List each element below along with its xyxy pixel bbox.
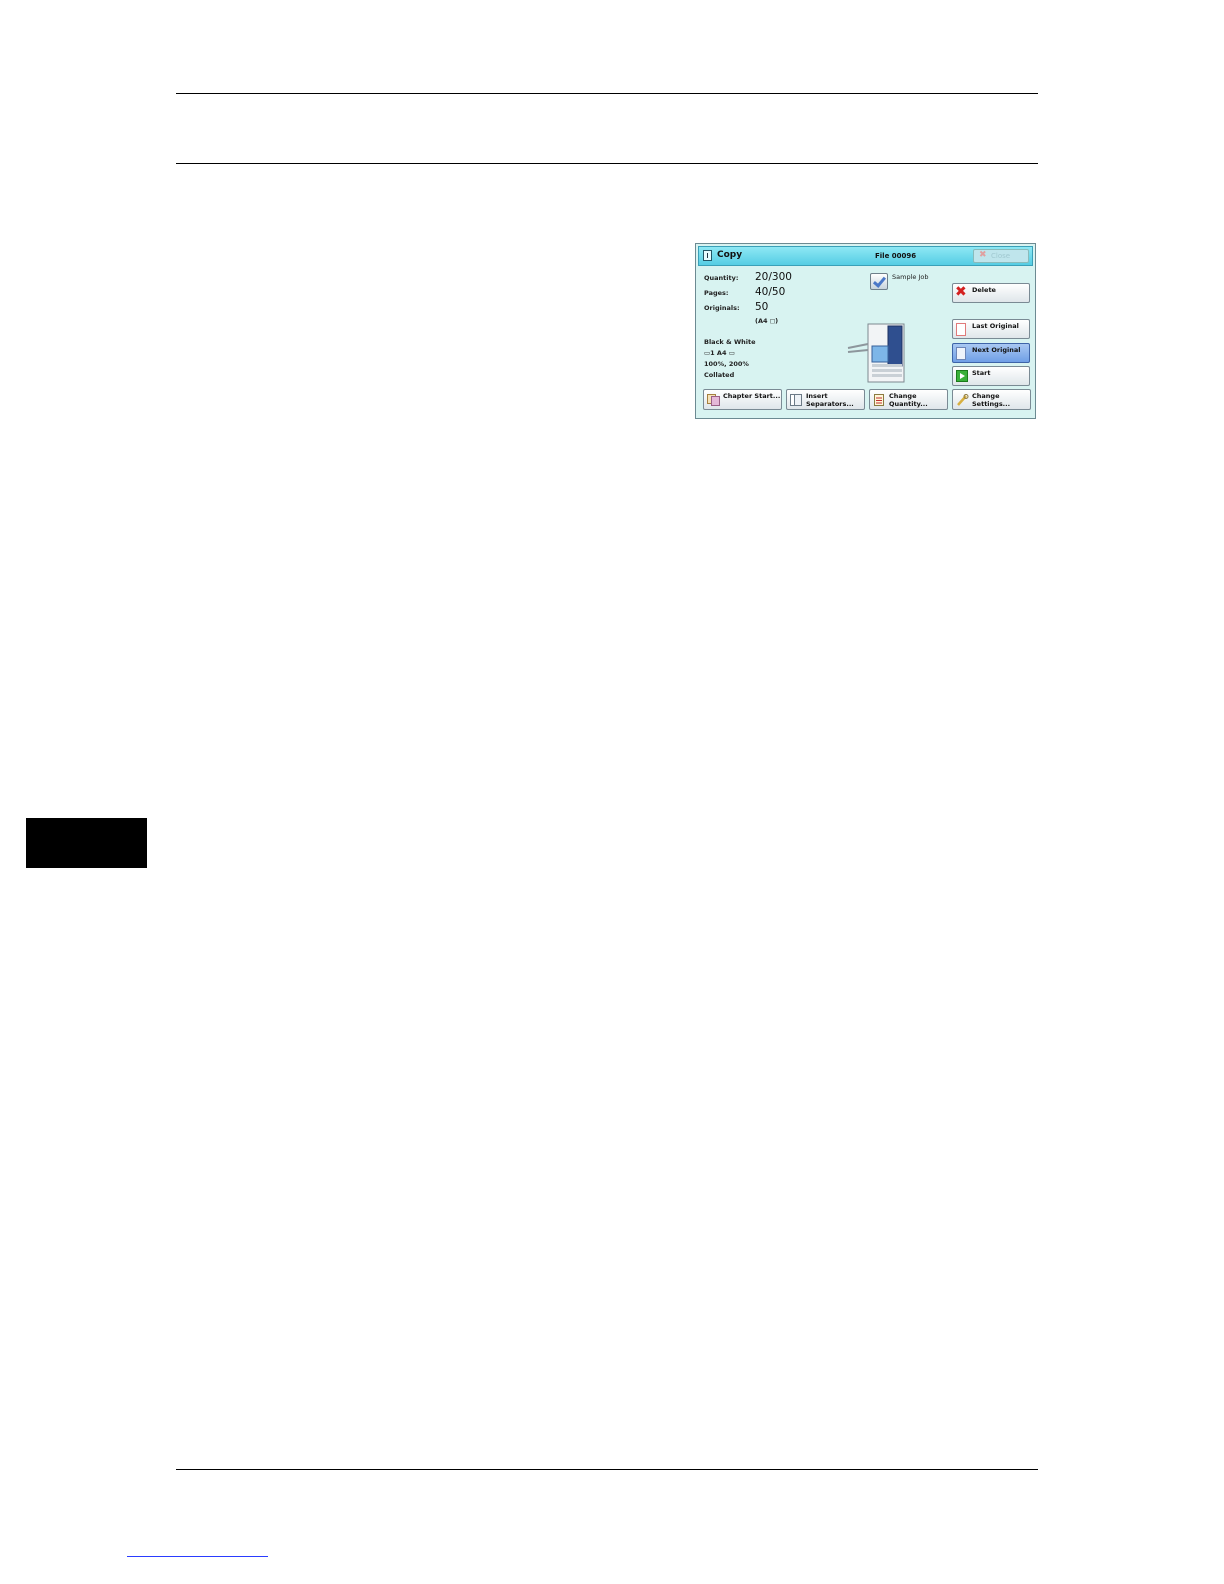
originals-value: 50 (755, 301, 769, 313)
quantity-label: Quantity: (704, 274, 739, 282)
play-icon (956, 370, 968, 382)
tray-size: ▭1 A4 ▭ (704, 349, 735, 357)
separator-icon (790, 394, 802, 406)
panel-titlebar: Copy File 00096 ✖ Close (698, 246, 1033, 266)
info-icon (703, 250, 712, 261)
change-settings-label: Change Settings... (972, 392, 1010, 408)
wrench-icon (957, 394, 969, 406)
copy-job-panel: Copy File 00096 ✖ Close Quantity: 20/300… (695, 243, 1036, 419)
quantity-icon (874, 394, 884, 406)
collation: Collated (704, 371, 735, 379)
change-quantity-button[interactable]: Change Quantity... (869, 389, 948, 410)
change-quantity-line1: Change (889, 392, 917, 400)
close-button[interactable]: ✖ Close (973, 249, 1029, 263)
pages-label: Pages: (704, 289, 729, 297)
chapter-start-button[interactable]: Chapter Start... (703, 389, 782, 410)
header-bottom-rule (176, 163, 1038, 164)
originals-size: (A4 ◻) (755, 317, 779, 325)
header-top-rule (176, 93, 1038, 94)
delete-label: Delete (972, 286, 996, 294)
panel-title: Copy (717, 250, 743, 260)
last-original-button[interactable]: Last Original (952, 319, 1030, 339)
insert-separators-label: Insert Separators... (806, 392, 854, 408)
delete-icon: ✖ (955, 284, 967, 300)
change-settings-button[interactable]: Change Settings... (952, 389, 1031, 410)
footer-link-underline[interactable] (127, 1556, 268, 1557)
pages-value: 40/50 (755, 286, 786, 298)
next-original-button[interactable]: Next Original (952, 343, 1030, 363)
insert-separators-button[interactable]: Insert Separators... (786, 389, 865, 410)
file-label: File 00096 (875, 252, 917, 260)
change-settings-line2: Settings... (972, 400, 1011, 408)
quantity-value: 20/300 (755, 271, 792, 283)
change-settings-line1: Change (972, 392, 1000, 400)
change-quantity-label: Change Quantity... (889, 392, 928, 408)
close-label: Close (991, 252, 1011, 260)
sample-job-label: Sample Job (892, 273, 929, 281)
start-label: Start (972, 369, 991, 377)
originals-label: Originals: (704, 304, 740, 312)
printer-icon (847, 323, 905, 383)
document-icon (956, 347, 966, 360)
sample-job-checkbox[interactable] (870, 273, 888, 290)
reduction: 100%, 200% (704, 360, 749, 368)
next-original-label: Next Original (972, 346, 1021, 354)
color-mode: Black & White (704, 338, 756, 346)
chapter-start-label: Chapter Start... (723, 392, 781, 400)
chapter-tab-marker (26, 818, 147, 868)
close-icon: ✖ (979, 250, 987, 260)
document-icon (956, 323, 966, 336)
last-original-label: Last Original (972, 322, 1019, 330)
footer-rule (176, 1469, 1038, 1470)
change-quantity-line2: Quantity... (889, 400, 928, 408)
start-button[interactable]: Start (952, 366, 1030, 386)
delete-button[interactable]: ✖ Delete (952, 283, 1030, 303)
chapter-icon (707, 394, 720, 406)
insert-separators-line1: Insert (806, 392, 828, 400)
insert-separators-line2: Separators... (806, 400, 854, 408)
